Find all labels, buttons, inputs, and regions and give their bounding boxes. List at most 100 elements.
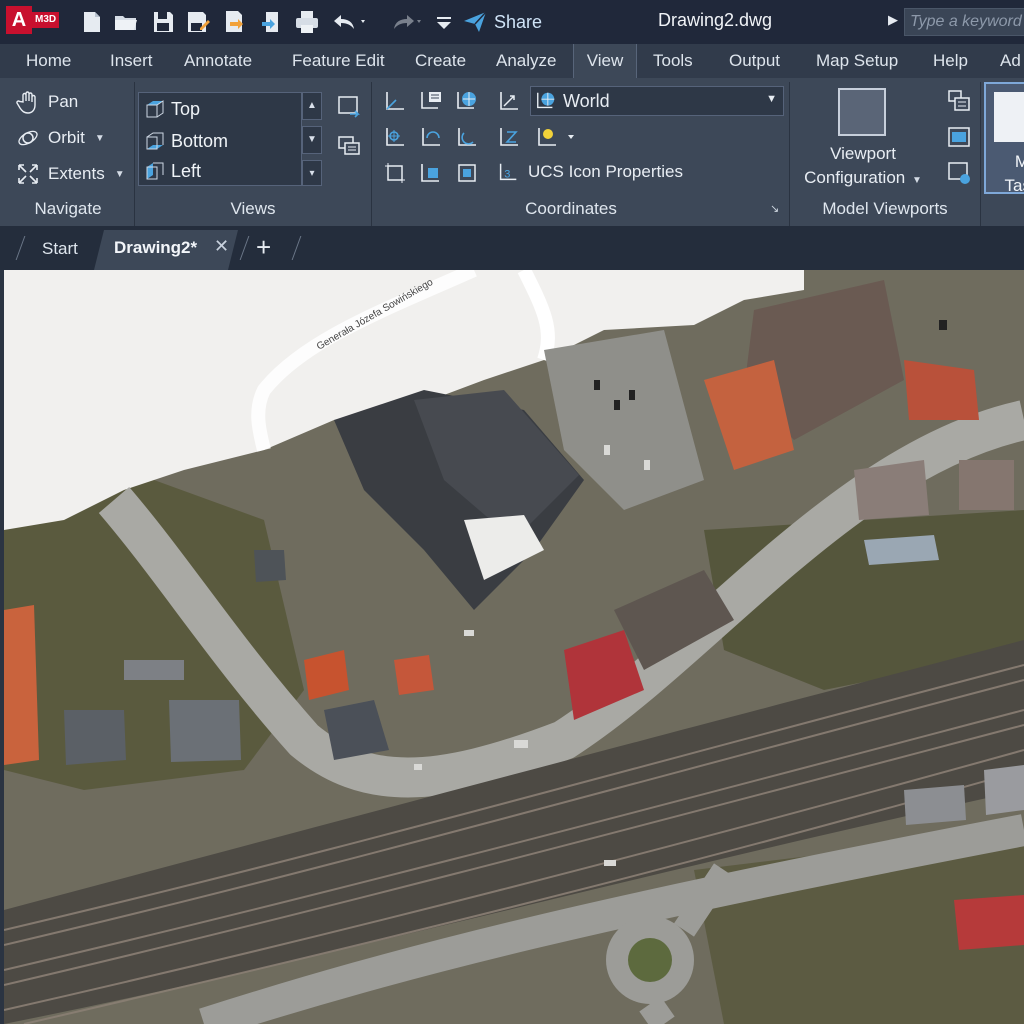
ucs-z-rotate-icon[interactable] [496,124,522,150]
model-task-line1: M [1014,152,1024,171]
customize-icon[interactable] [432,8,456,36]
views-scroll-down-button[interactable]: ▼ [302,126,322,154]
undo-icon[interactable] [328,8,368,36]
named-viewports-icon[interactable] [946,88,972,114]
ucs-x-rotate-icon[interactable] [418,124,444,150]
search-input[interactable]: Type a keyword [904,8,1024,36]
orbit-dropdown-icon[interactable]: ▼ [95,133,105,144]
view-cube-bottom-icon [146,132,164,150]
ucs-world-icon[interactable] [454,88,480,114]
drawing-tab-label[interactable]: Drawing2* [114,238,197,258]
new-tab-plus-icon[interactable]: + [256,232,271,262]
viewport-configuration-icon[interactable] [838,88,886,136]
viewport-configuration-button[interactable]: Viewport Configuration ▼ [796,142,930,193]
tab-tools[interactable]: Tools [653,44,693,78]
tab-separator [15,236,26,260]
share-button[interactable]: Share [462,8,542,36]
open-icon[interactable] [112,8,140,36]
svg-text:3: 3 [504,169,510,181]
tab-map-setup[interactable]: Map Setup [816,44,898,78]
info-center-arrow-icon[interactable]: ▶ [888,12,898,28]
viewport-config-dropdown-icon[interactable]: ▼ [912,175,922,186]
view-left[interactable]: Left [143,157,201,185]
pan-button[interactable]: Pan [16,90,78,114]
panel-divider [134,82,135,226]
model-task-icon [994,92,1024,142]
ucs-icon[interactable] [382,88,408,114]
views-expand-button[interactable]: ▾ [302,160,322,186]
ucs-icon-properties-label: UCS Icon Properties [528,162,683,181]
join-viewports-icon[interactable] [946,124,972,150]
start-tab[interactable]: Start [42,234,78,264]
view-manager-icon[interactable] [336,132,362,158]
model-task-button[interactable]: M Task [984,82,1024,195]
ucs-face-icon[interactable] [454,160,480,186]
ucs-select-value: World [563,90,610,111]
import-icon[interactable] [220,8,248,36]
ucs-y-rotate-icon[interactable] [454,124,480,150]
extents-dropdown-icon[interactable]: ▼ [115,169,125,180]
view-top[interactable]: Top [143,95,200,123]
viewport-config-line1: Viewport [830,144,896,163]
extents-button[interactable]: Extents ▼ [16,162,125,186]
tab-analyze[interactable]: Analyze [496,44,556,78]
tab-view[interactable]: View [573,44,637,78]
orbit-label: Orbit [48,128,85,147]
tab-separator [239,236,250,260]
print-icon[interactable] [293,8,321,36]
ucs-object-icon[interactable] [418,160,444,186]
ucs-select[interactable]: World ▼ [530,86,784,116]
viewport-config-line2: Configuration [804,168,906,187]
tab-output[interactable]: Output [729,44,780,78]
tab-create[interactable]: Create [415,44,466,78]
tab-feature-edit[interactable]: Feature Edit [292,44,385,78]
pan-label: Pan [48,92,79,111]
view-top-label: Top [171,98,201,119]
app-product-badge: M3D [32,12,60,28]
coordinates-panel-title: Coordinates [525,199,617,218]
views-panel-title: Views [230,199,276,218]
drawing-viewport[interactable]: Generała Józefa Sowińskiego [4,270,1024,1024]
export-icon[interactable] [258,8,286,36]
tab-home[interactable]: Home [26,44,71,78]
tab-annotate[interactable]: Annotate [184,44,252,78]
tab-separator [291,236,302,260]
views-gallery[interactable]: Top Bottom Left [138,92,302,186]
view-bottom[interactable]: Bottom [143,127,228,155]
panel-divider [980,82,981,226]
tab-insert[interactable]: Insert [110,44,153,78]
tab-add-ins[interactable]: Ad [1000,44,1021,78]
view-left-label: Left [171,160,202,181]
ucs-3point-icon[interactable] [382,160,408,186]
world-globe-icon [537,92,555,109]
restore-viewports-icon[interactable] [946,160,972,186]
app-logo-letter: A [6,6,32,34]
tab-help[interactable]: Help [933,44,968,78]
coordinates-dialog-launcher-icon[interactable]: ↘ [770,202,779,215]
close-icon[interactable]: ✕ [214,236,229,257]
redo-icon[interactable] [384,8,424,36]
send-icon [464,11,487,32]
model-task-label: M Task [992,150,1024,198]
ucs-icon-properties-button[interactable]: 3 UCS Icon Properties [496,160,683,184]
ucs-previous-icon[interactable] [496,88,522,114]
pan-hand-icon [16,91,36,114]
chevron-down-icon: ▼ [766,93,777,105]
app-logo[interactable]: A M3D [6,6,66,34]
view-cube-left-icon [146,162,164,180]
ucs-display-icon[interactable] [534,124,578,150]
save-icon[interactable] [149,8,177,36]
named-views-icon[interactable] [336,94,362,120]
save-as-icon[interactable] [184,8,212,36]
views-scroll-up-button[interactable]: ▲ [302,92,322,120]
orbit-button[interactable]: Orbit ▼ [16,126,105,150]
navigate-panel-title: Navigate [34,199,102,218]
new-icon[interactable] [78,8,106,36]
file-tab-bar: Start Drawing2* ✕ + [0,226,1024,270]
view-cube-top-icon [146,100,164,118]
extents-label: Extents [48,164,105,183]
ribbon: Pan Orbit ▼ Extents ▼ Navigate Top Botto… [0,78,1024,226]
ucs-named-icon[interactable] [418,88,444,114]
model-task-line2: Task [1004,176,1024,195]
ucs-origin-icon[interactable] [382,124,408,150]
